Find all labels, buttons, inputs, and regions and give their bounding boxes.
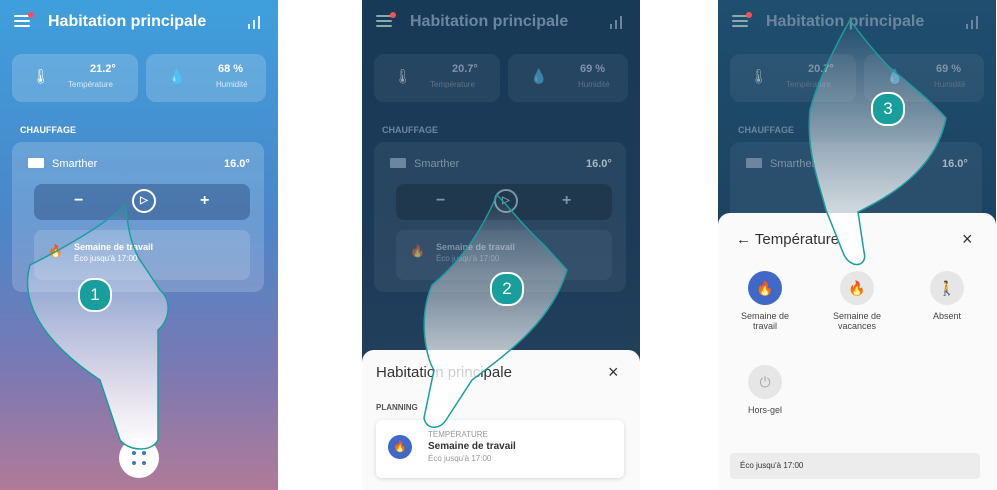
item-detail: Éco jusqu'à 17:00 bbox=[428, 454, 492, 463]
mode-semaine-vacances[interactable]: 🔥 Semaine de vacances bbox=[822, 271, 892, 331]
thermostat-card[interactable]: Smarther 16.0° bbox=[730, 142, 982, 222]
mode-semaine-travail[interactable]: 🔥 Semaine de travail bbox=[730, 271, 800, 331]
section-title: CHAUFFAGE bbox=[382, 125, 438, 135]
mode-label: Hors-gel bbox=[747, 405, 782, 415]
app-header: Habitation principale bbox=[362, 0, 640, 46]
temperature-card[interactable]: 🌡 20.7° Température bbox=[374, 54, 500, 102]
step-badge-2: 2 bbox=[490, 272, 524, 306]
play-icon[interactable]: ▷ bbox=[132, 189, 156, 213]
mode-label: Semaine de travail bbox=[740, 311, 790, 331]
temperature-label: Température bbox=[786, 80, 831, 89]
device-name: Smarther bbox=[52, 158, 98, 170]
humidity-value: 69 % bbox=[936, 63, 962, 75]
menu-fab-button[interactable] bbox=[119, 438, 159, 478]
schedule-card[interactable]: 🔥 Semaine de travail Éco jusqu'à 17:00 bbox=[34, 230, 250, 280]
device-temperature: 16.0° bbox=[942, 158, 968, 170]
page-title: Habitation principale bbox=[766, 13, 925, 30]
thermostat-icon bbox=[746, 158, 762, 168]
humidity-value: 69 % bbox=[580, 63, 606, 75]
item-name: Semaine de travail bbox=[428, 441, 516, 452]
stats-icon[interactable] bbox=[966, 15, 982, 29]
bottom-sheet: ← Température × 🔥 Semaine de travail 🔥 S… bbox=[718, 213, 996, 490]
device-temperature: 16.0° bbox=[224, 158, 250, 170]
power-icon: ⏻ bbox=[748, 365, 782, 399]
mode-hors-gel[interactable]: ⏻ Hors-gel bbox=[730, 365, 800, 415]
close-icon[interactable]: × bbox=[962, 229, 973, 250]
temperature-value: 21.2° bbox=[90, 63, 116, 75]
planning-item[interactable]: 🔥 TEMPÉRATURE Semaine de travail Éco jus… bbox=[376, 420, 624, 478]
flame-icon: 🔥 bbox=[388, 435, 412, 459]
minus-button[interactable]: − bbox=[74, 192, 83, 210]
schedule-detail: Éco jusqu'à 17:00 bbox=[74, 254, 138, 263]
flame-icon: 🔥 bbox=[48, 244, 63, 258]
schedule-detail: Éco jusqu'à 17:00 bbox=[436, 254, 500, 263]
screen-2: Habitation principale 🌡 20.7° Températur… bbox=[362, 0, 640, 490]
mode-label: Semaine de vacances bbox=[832, 311, 882, 331]
page-title: Habitation principale bbox=[48, 13, 207, 30]
thermostat-card[interactable]: Smarther 16.0° − ▷ + 🔥 Semaine de travai… bbox=[12, 142, 264, 292]
menu-icon[interactable] bbox=[14, 12, 34, 27]
temperature-label: Température bbox=[430, 80, 475, 89]
humidity-card[interactable]: 💧 69 % Humidité bbox=[508, 54, 628, 102]
thermometer-icon: 🌡 bbox=[750, 68, 768, 84]
app-header: Habitation principale bbox=[0, 0, 278, 46]
temperature-value: 20.7° bbox=[452, 63, 478, 75]
minus-button[interactable]: − bbox=[436, 192, 445, 210]
humidity-value: 68 % bbox=[218, 63, 244, 75]
humidity-label: Humidité bbox=[578, 80, 610, 89]
temperature-label: Température bbox=[68, 80, 113, 89]
device-name: Smarther bbox=[414, 158, 460, 170]
step-badge-3: 3 bbox=[871, 92, 905, 126]
plus-button[interactable]: + bbox=[200, 192, 209, 210]
temperature-card[interactable]: 🌡 21.2° Température bbox=[12, 54, 138, 102]
status-bar: Éco jusqu'à 17:00 bbox=[730, 453, 980, 479]
thermostat-controls: − ▷ + bbox=[396, 184, 612, 220]
humidity-card[interactable]: 💧 68 % Humidité bbox=[146, 54, 266, 102]
device-name: Smarther bbox=[770, 158, 816, 170]
flame-icon: 🔥 bbox=[410, 244, 425, 258]
bottom-sheet: Habitation principale × PLANNING 🔥 TEMPÉ… bbox=[362, 350, 640, 490]
thermostat-controls: − ▷ + bbox=[34, 184, 250, 220]
step-badge-1: 1 bbox=[78, 278, 112, 312]
thermometer-icon: 🌡 bbox=[394, 68, 412, 84]
section-title: CHAUFFAGE bbox=[20, 125, 76, 135]
section-title: CHAUFFAGE bbox=[738, 125, 794, 135]
play-icon[interactable]: ▷ bbox=[494, 189, 518, 213]
close-icon[interactable]: × bbox=[608, 362, 619, 383]
droplet-icon: 💧 bbox=[168, 68, 186, 84]
item-category: TEMPÉRATURE bbox=[428, 430, 488, 439]
schedule-name: Semaine de travail bbox=[436, 242, 516, 252]
stats-icon[interactable] bbox=[610, 15, 626, 29]
flame-icon: 🔥 bbox=[840, 271, 874, 305]
sheet-title: Habitation principale bbox=[376, 364, 512, 381]
thermostat-icon bbox=[28, 158, 44, 168]
screen-3: Habitation principale 🌡 20.7° Températur… bbox=[718, 0, 996, 490]
flame-icon: 🔥 bbox=[748, 271, 782, 305]
status-text: Éco jusqu'à 17:00 bbox=[740, 461, 804, 470]
droplet-icon: 💧 bbox=[886, 68, 904, 84]
page-title: Habitation principale bbox=[410, 13, 569, 30]
schedule-name: Semaine de travail bbox=[74, 242, 154, 252]
thermostat-card[interactable]: Smarther 16.0° − ▷ + 🔥 Semaine de travai… bbox=[374, 142, 626, 292]
thermostat-icon bbox=[390, 158, 406, 168]
stats-icon[interactable] bbox=[248, 15, 264, 29]
device-temperature: 16.0° bbox=[586, 158, 612, 170]
sheet-title[interactable]: ← Température bbox=[736, 231, 839, 248]
walking-person-icon: 🚶 bbox=[930, 271, 964, 305]
temperature-card[interactable]: 🌡 20.7° Température bbox=[730, 54, 856, 102]
mode-absent[interactable]: 🚶 Absent bbox=[912, 271, 982, 321]
mode-label: Absent bbox=[932, 311, 962, 321]
menu-icon[interactable] bbox=[376, 12, 396, 27]
section-label: PLANNING bbox=[376, 403, 418, 412]
humidity-label: Humidité bbox=[216, 80, 248, 89]
humidity-label: Humidité bbox=[934, 80, 966, 89]
screen-1: Habitation principale 🌡 21.2° Températur… bbox=[0, 0, 278, 490]
app-header: Habitation principale bbox=[718, 0, 996, 46]
menu-icon[interactable] bbox=[732, 12, 752, 27]
temperature-value: 20.7° bbox=[808, 63, 834, 75]
droplet-icon: 💧 bbox=[530, 68, 548, 84]
thermometer-icon: 🌡 bbox=[32, 68, 50, 84]
plus-button[interactable]: + bbox=[562, 192, 571, 210]
